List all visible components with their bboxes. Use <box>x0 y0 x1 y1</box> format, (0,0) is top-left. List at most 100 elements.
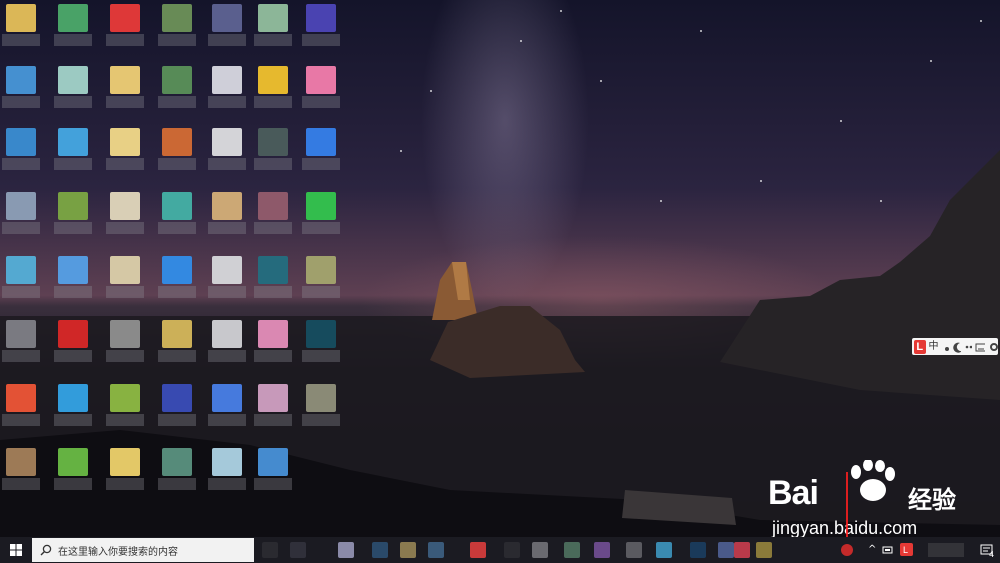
moon-icon[interactable] <box>953 341 961 353</box>
search-icon <box>40 544 52 556</box>
taskbar: 在这里输入你要搜索的内容 ^ L 4 <box>0 537 1000 563</box>
watermark-url: jingyan.baidu.com <box>772 518 918 537</box>
battery-icon[interactable] <box>882 544 894 556</box>
desktop-icon[interactable] <box>252 188 294 236</box>
desktop-icon[interactable] <box>104 380 146 428</box>
desktop-icon[interactable] <box>252 444 294 492</box>
taskbar-app[interactable] <box>656 542 672 558</box>
desktop-icon[interactable] <box>252 124 294 172</box>
desktop-icon[interactable] <box>252 0 294 48</box>
wallpaper-landscape <box>0 150 1000 537</box>
desktop-icon[interactable] <box>52 188 94 236</box>
taskbar-app[interactable] <box>734 542 750 558</box>
desktop-icon[interactable] <box>52 444 94 492</box>
desktop-icon[interactable] <box>206 188 248 236</box>
desktop-icon[interactable] <box>252 380 294 428</box>
desktop-icon[interactable] <box>156 124 198 172</box>
desktop-icon[interactable] <box>206 316 248 364</box>
desktop-icon[interactable] <box>206 62 248 110</box>
desktop-icon[interactable] <box>156 444 198 492</box>
desktop-icon[interactable] <box>52 0 94 48</box>
desktop-icon[interactable] <box>156 188 198 236</box>
taskbar-app[interactable] <box>626 542 642 558</box>
desktop-icon[interactable] <box>252 252 294 300</box>
desktop-icon[interactable] <box>206 444 248 492</box>
desktop-icon[interactable] <box>300 316 342 364</box>
notification-count: 4 <box>989 550 995 559</box>
ime-mode-toggle[interactable]: 中 <box>929 340 939 354</box>
desktop-icon[interactable] <box>252 62 294 110</box>
keyboard-icon[interactable] <box>975 341 986 353</box>
annotation-line <box>846 472 848 537</box>
watermark-brand: Bai <box>768 474 819 512</box>
taskbar-app[interactable] <box>290 542 306 558</box>
taskbar-app[interactable] <box>718 542 734 558</box>
desktop-icon[interactable] <box>0 62 42 110</box>
desktop-icon[interactable] <box>0 316 42 364</box>
taskbar-app[interactable] <box>756 542 772 558</box>
taskbar-search[interactable]: 在这里输入你要搜索的内容 <box>32 538 254 562</box>
desktop-icon[interactable] <box>0 0 42 48</box>
ime-tray-icon[interactable]: L <box>900 543 913 556</box>
clock-blurred[interactable] <box>928 543 964 557</box>
desktop-icon[interactable] <box>156 0 198 48</box>
settings-icon[interactable] <box>988 341 998 353</box>
paw-icon <box>851 460 895 501</box>
desktop-icon[interactable] <box>52 380 94 428</box>
desktop-icon[interactable] <box>104 252 146 300</box>
tray-overflow-chevron-icon[interactable]: ^ <box>868 543 876 557</box>
desktop-icon[interactable] <box>52 62 94 110</box>
desktop-icon[interactable] <box>52 124 94 172</box>
ime-logo[interactable]: L <box>914 339 926 354</box>
taskbar-app[interactable] <box>564 542 580 558</box>
taskbar-app[interactable] <box>690 542 706 558</box>
desktop-icon[interactable] <box>300 380 342 428</box>
desktop-icon[interactable] <box>52 252 94 300</box>
desktop-icon[interactable] <box>104 188 146 236</box>
taskbar-app[interactable] <box>372 542 388 558</box>
desktop-icon[interactable] <box>104 124 146 172</box>
taskbar-app[interactable] <box>338 542 354 558</box>
desktop-icon[interactable] <box>0 380 42 428</box>
search-placeholder: 在这里输入你要搜索的内容 <box>58 546 178 558</box>
taskbar-app[interactable] <box>400 542 416 558</box>
dots-icon[interactable] <box>964 341 973 353</box>
desktop-icon[interactable] <box>252 316 294 364</box>
desktop-icon[interactable] <box>0 124 42 172</box>
desktop-icon[interactable] <box>300 188 342 236</box>
desktop-icon[interactable] <box>206 252 248 300</box>
desktop-icon[interactable] <box>300 62 342 110</box>
desktop-icon[interactable] <box>0 252 42 300</box>
desktop-icon[interactable] <box>156 316 198 364</box>
svg-text:L: L <box>903 545 908 555</box>
tray-app-red-icon[interactable] <box>840 543 854 557</box>
ime-toolbar[interactable]: L 中 <box>912 338 998 355</box>
taskbar-app[interactable] <box>262 542 278 558</box>
start-button[interactable] <box>0 537 32 563</box>
taskbar-app[interactable] <box>504 542 520 558</box>
desktop-icon[interactable] <box>206 124 248 172</box>
baidu-watermark: Bai 经验 jingyan.baidu.com <box>766 460 966 537</box>
desktop-icon[interactable] <box>156 62 198 110</box>
taskbar-app[interactable] <box>532 542 548 558</box>
desktop-icon[interactable] <box>300 124 342 172</box>
desktop-icon[interactable] <box>156 380 198 428</box>
windows-logo-icon <box>10 544 22 556</box>
desktop-icon[interactable] <box>206 380 248 428</box>
desktop-icon[interactable] <box>206 0 248 48</box>
taskbar-app[interactable] <box>594 542 610 558</box>
desktop-icon[interactable] <box>0 444 42 492</box>
desktop-icon[interactable] <box>52 316 94 364</box>
taskbar-app[interactable] <box>470 542 486 558</box>
desktop-icon[interactable] <box>0 188 42 236</box>
desktop-icon[interactable] <box>156 252 198 300</box>
desktop-icon[interactable] <box>104 0 146 48</box>
desktop-icon[interactable] <box>104 62 146 110</box>
desktop-icon[interactable] <box>300 0 342 48</box>
desktop-icon[interactable] <box>104 444 146 492</box>
punctuation-icon[interactable] <box>942 341 950 353</box>
taskbar-app[interactable] <box>428 542 444 558</box>
desktop-icon[interactable] <box>300 252 342 300</box>
desktop-icon[interactable] <box>104 316 146 364</box>
desktop: L 中 Bai 经验 jingyan.baidu.com <box>0 0 1000 537</box>
